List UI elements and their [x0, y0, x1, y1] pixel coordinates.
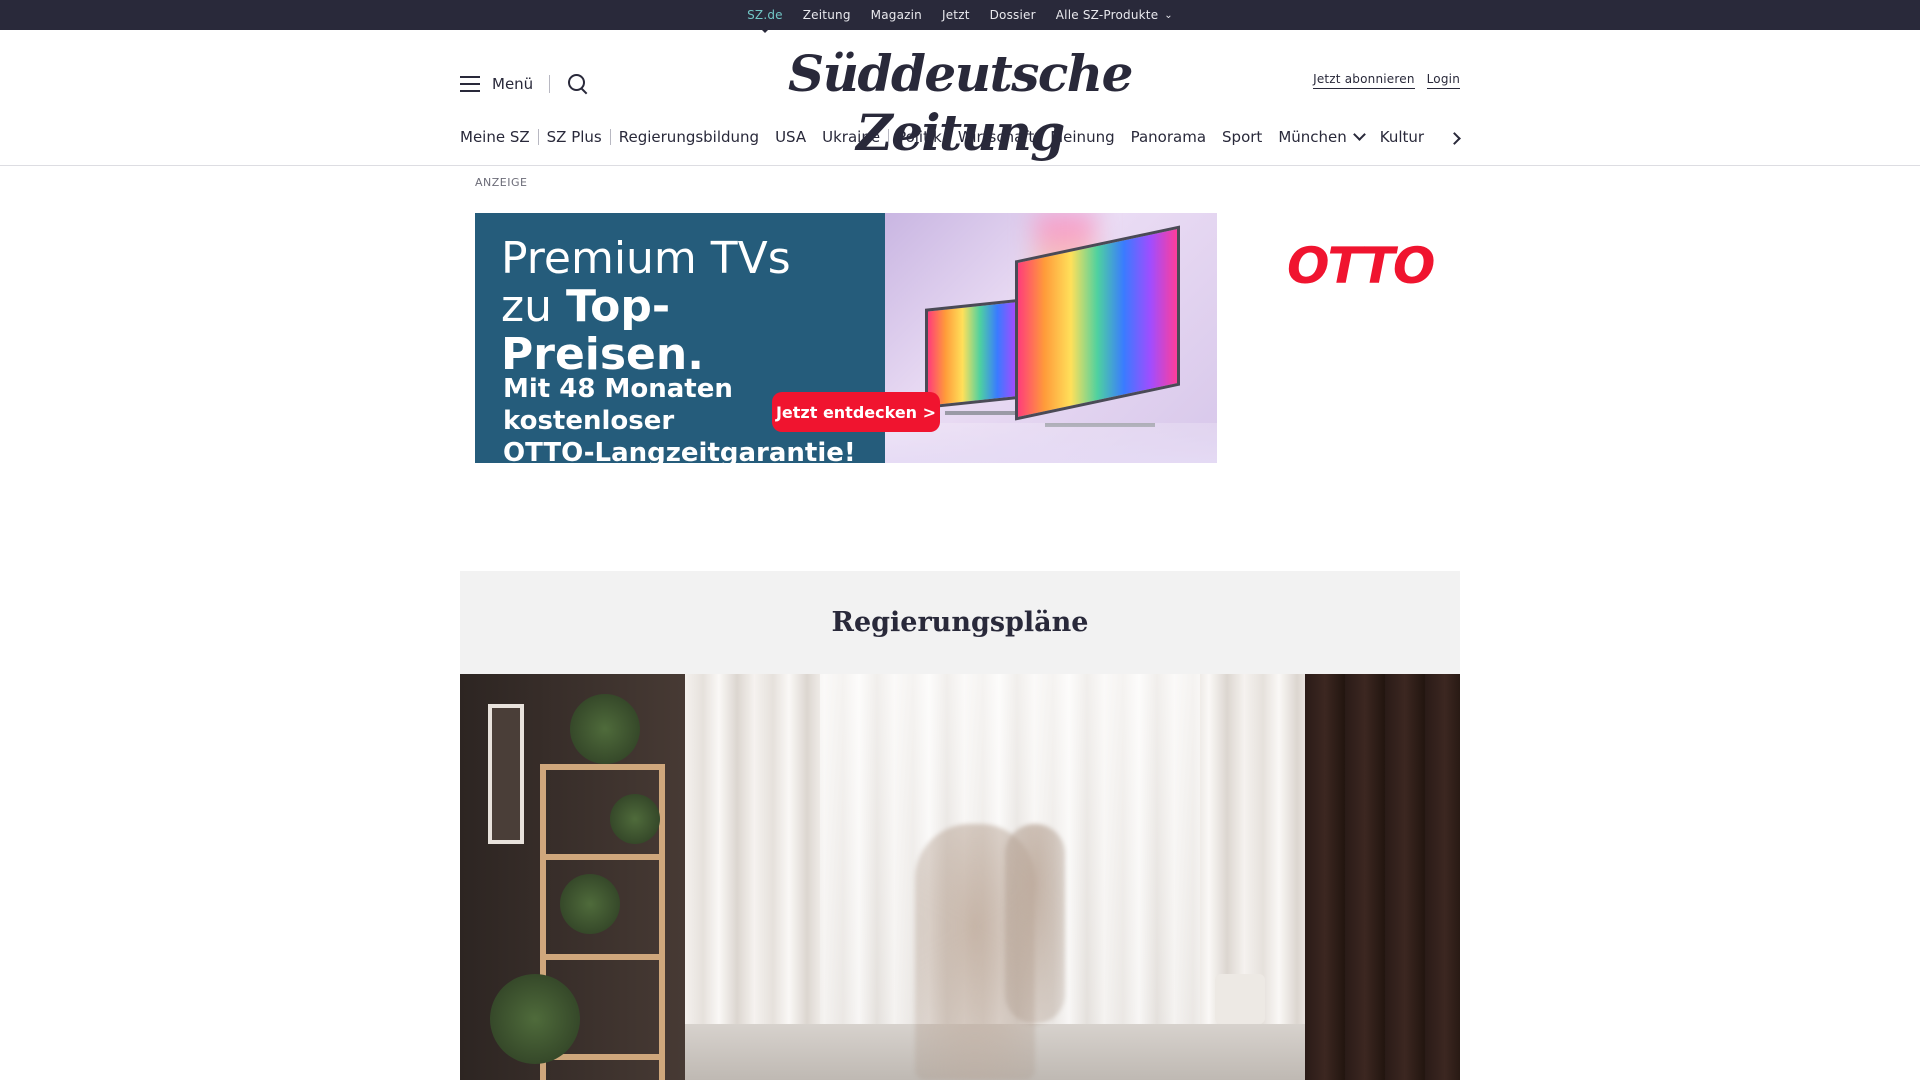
ad-brand-panel: OTTO	[1217, 213, 1449, 463]
search-icon[interactable]	[566, 72, 590, 96]
nav-item-meinung[interactable]: Meinung	[1042, 128, 1122, 146]
section-header: Regierungspläne	[460, 571, 1460, 674]
article-hero-image[interactable]	[460, 674, 1460, 1080]
topbar-link-alle-produkte[interactable]: Alle SZ-Produkte ⌄	[1056, 8, 1173, 22]
topbar-link-dossier[interactable]: Dossier	[990, 8, 1036, 22]
otto-advertisement[interactable]: Premium TVs zu Top-Preisen. Mit 48 Monat…	[475, 213, 1449, 468]
section-title[interactable]: Regierungspläne	[832, 607, 1089, 638]
ad-subline-2: OTTO-Langzeitgarantie!	[503, 438, 856, 468]
ad-headline-prefix: zu	[501, 281, 566, 332]
ad-label: ANZEIGE	[475, 176, 528, 189]
topbar-link-alle-produkte-label: Alle SZ-Produkte	[1055, 8, 1159, 22]
dark-curtain	[1305, 674, 1460, 1080]
ad-headline-line1: Premium TVs	[501, 233, 791, 284]
nav-item-politik[interactable]: Politik	[889, 128, 950, 146]
menu-label: Menü	[492, 75, 534, 93]
chevron-right-icon[interactable]	[1448, 130, 1464, 146]
nav-item-usa[interactable]: USA	[767, 128, 814, 146]
nav-item-muenchen-label: München	[1278, 128, 1347, 146]
chevron-down-icon: ⌄	[1164, 9, 1173, 21]
topbar-link-zeitung[interactable]: Zeitung	[803, 8, 851, 22]
nav-item-regierungsbildung[interactable]: Regierungsbildung	[611, 128, 767, 146]
wall-frame	[488, 704, 524, 844]
menu-separator	[549, 75, 551, 93]
flower-pot	[1215, 974, 1265, 1024]
login-link[interactable]: Login	[1426, 72, 1460, 89]
site-header: Menü Süddeutsche Zeitung Jetzt abonniere…	[0, 30, 1920, 166]
topbar-link-szde[interactable]: SZ.de	[747, 8, 783, 22]
nav-item-sport[interactable]: Sport	[1214, 128, 1270, 146]
ad-cta-button[interactable]: Jetzt entdecken >	[772, 392, 940, 432]
chevron-down-icon	[1352, 128, 1366, 141]
nav-item-meine-sz[interactable]: Meine SZ	[460, 128, 538, 146]
topbar-link-jetzt[interactable]: Jetzt	[942, 8, 970, 22]
child-silhouette	[1005, 824, 1065, 1024]
nav-item-muenchen[interactable]: München	[1270, 128, 1371, 146]
nav-item-panorama[interactable]: Panorama	[1123, 128, 1214, 146]
menu-button[interactable]: Menü	[460, 72, 590, 96]
ad-headline-line2: zu Top-Preisen.	[501, 283, 859, 379]
topbar-link-magazin[interactable]: Magazin	[871, 8, 922, 22]
hamburger-icon	[460, 76, 480, 92]
main-navigation: Meine SZ SZ Plus Regierungsbildung USA U…	[460, 128, 1460, 146]
otto-logo: OTTO	[1287, 237, 1435, 295]
nav-item-ukraine[interactable]: Ukraine	[814, 128, 888, 146]
subscribe-link[interactable]: Jetzt abonnieren	[1313, 72, 1415, 89]
account-links: Jetzt abonnieren Login	[1313, 72, 1460, 89]
nav-item-kultur[interactable]: Kultur	[1372, 128, 1432, 146]
nav-item-wirtschaft[interactable]: Wirtschaft	[950, 128, 1042, 146]
nav-item-sz-plus[interactable]: SZ Plus	[539, 128, 610, 146]
top-product-bar: SZ.de Zeitung Magazin Jetzt Dossier Alle…	[0, 0, 1920, 30]
tv-large	[1015, 225, 1180, 421]
